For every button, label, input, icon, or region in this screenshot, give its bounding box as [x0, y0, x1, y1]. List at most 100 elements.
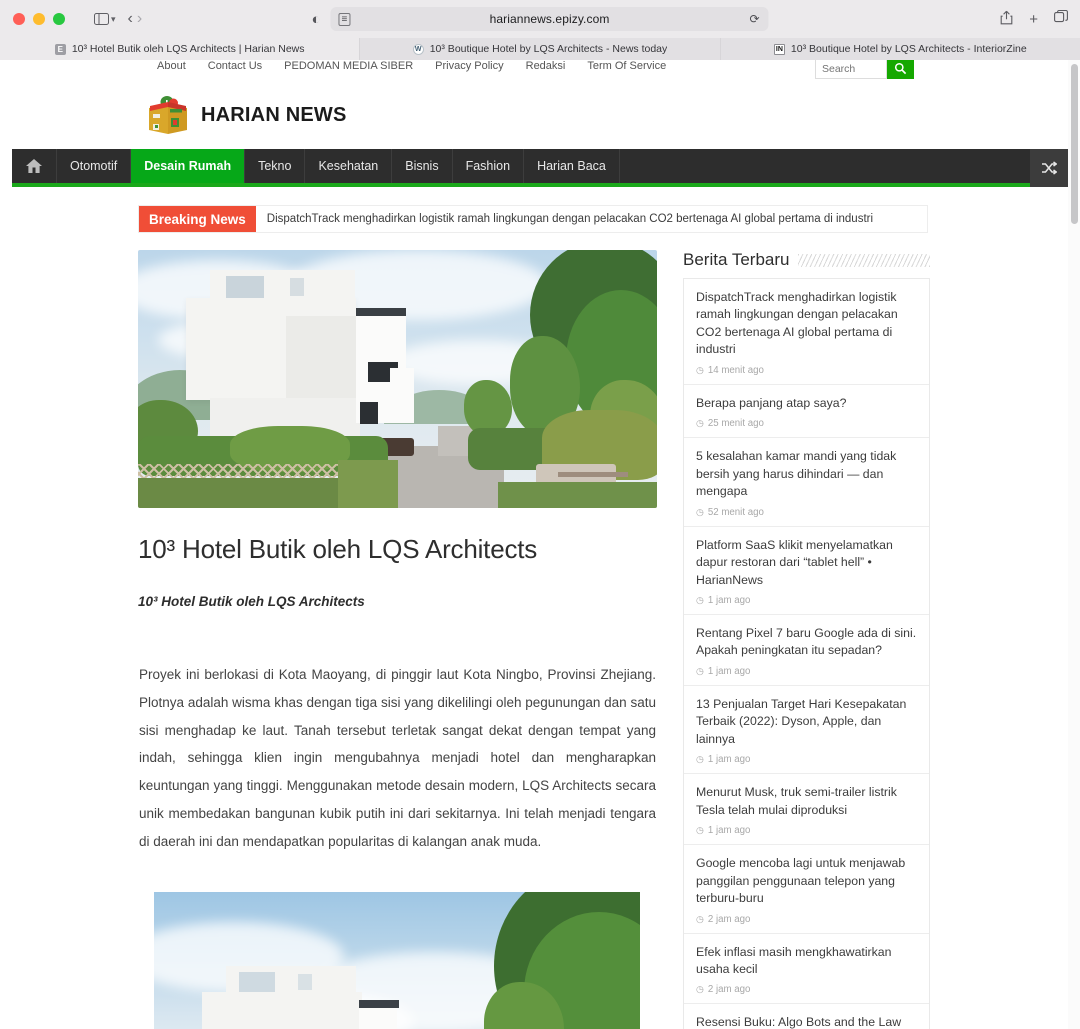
- breaking-news-badge: Breaking News: [139, 206, 256, 232]
- list-item[interactable]: DispatchTrack menghadirkan logistik rama…: [684, 279, 929, 385]
- time-text: 2 jam ago: [708, 914, 751, 925]
- list-item[interactable]: Resensi Buku: Algo Bots and the Law ◷2 j…: [684, 1004, 929, 1029]
- utility-link-contact-us[interactable]: Contact Us: [197, 60, 273, 72]
- utility-link-about[interactable]: About: [146, 60, 197, 72]
- article-hero-image: [138, 250, 657, 508]
- site-logo[interactable]: HARIAN NEWS: [146, 94, 347, 138]
- list-item-title: Platform SaaS klikit menyelamatkan dapur…: [696, 537, 917, 589]
- shuffle-icon[interactable]: [1030, 149, 1068, 187]
- maximize-window-button[interactable]: [53, 13, 65, 25]
- list-item-title: 5 kesalahan kamar mandi yang tidak bersi…: [696, 448, 917, 500]
- nav-item-tekno[interactable]: Tekno: [245, 149, 305, 183]
- time-text: 1 jam ago: [708, 754, 751, 765]
- home-icon[interactable]: [12, 149, 57, 183]
- list-item[interactable]: 5 kesalahan kamar mandi yang tidak bersi…: [684, 438, 929, 526]
- book-logo-icon: [146, 94, 194, 138]
- utility-link-redaksi[interactable]: Redaksi: [515, 60, 577, 72]
- forward-button[interactable]: ›: [137, 10, 142, 28]
- time-text: 1 jam ago: [708, 595, 751, 606]
- list-item-time: ◷ 14 menit ago: [696, 365, 917, 376]
- clock-icon: ◷: [696, 507, 704, 518]
- time-text: 1 jam ago: [708, 825, 751, 836]
- tab-overview-icon[interactable]: [1054, 10, 1068, 28]
- list-item-time: ◷1 jam ago: [696, 825, 917, 836]
- content-area: 10³ Hotel Butik oleh LQS Architects 10³ …: [0, 233, 1068, 1029]
- list-item-time: ◷ 1 jam ago: [696, 754, 917, 765]
- nav-item-kesehatan[interactable]: Kesehatan: [305, 149, 392, 183]
- list-item-title: 13 Penjualan Target Hari Kesepakatan Ter…: [696, 696, 917, 748]
- article-subtitle: 10³ Hotel Butik oleh LQS Architects: [138, 594, 657, 609]
- browser-window: ▾ ‹ › ◐ ≡ hariannews.epizy.com ⟳ + E: [0, 0, 1080, 1029]
- reader-view-icon[interactable]: ≡: [339, 13, 351, 26]
- nav-label: Harian Baca: [537, 159, 606, 173]
- hatched-divider: [798, 254, 930, 267]
- list-item-time: ◷2 jam ago: [696, 914, 917, 925]
- close-window-button[interactable]: [13, 13, 25, 25]
- reload-icon[interactable]: ⟳: [749, 12, 759, 26]
- sidebar: Berita Terbaru DispatchTrack menghadirka…: [683, 250, 930, 1029]
- breaking-news-wrap: Breaking News DispatchTrack menghadirkan…: [0, 187, 1068, 233]
- page-scrollbar[interactable]: [1068, 60, 1080, 1029]
- breaking-news-bar: Breaking News DispatchTrack menghadirkan…: [138, 205, 928, 233]
- article: 10³ Hotel Butik oleh LQS Architects 10³ …: [138, 250, 657, 1029]
- browser-toolbar: ▾ ‹ › ◐ ≡ hariannews.epizy.com ⟳ +: [0, 0, 1080, 38]
- breaking-news-headline[interactable]: DispatchTrack menghadirkan logistik rama…: [256, 206, 873, 232]
- site-title: HARIAN NEWS: [201, 104, 347, 127]
- time-text: 14 menit ago: [708, 365, 764, 376]
- time-text: 2 jam ago: [708, 984, 751, 995]
- list-item-title: Berapa panjang atap saya?: [696, 395, 917, 412]
- new-tab-icon[interactable]: +: [1029, 11, 1038, 28]
- privacy-shield-icon[interactable]: ◐: [311, 11, 320, 28]
- utility-link-pedoman-media-siber[interactable]: PEDOMAN MEDIA SIBER: [273, 60, 424, 72]
- search-input[interactable]: [815, 60, 887, 79]
- site-header: HARIAN NEWS: [0, 82, 1068, 149]
- navigation-arrows[interactable]: ‹ ›: [128, 10, 143, 28]
- sidebar-title: Berita Terbaru: [683, 250, 789, 270]
- toolbar-right-icons: +: [1000, 10, 1068, 29]
- scrollbar-thumb[interactable]: [1071, 64, 1078, 224]
- nav-label: Kesehatan: [318, 159, 378, 173]
- list-item[interactable]: Rentang Pixel 7 baru Google ada di sini.…: [684, 615, 929, 686]
- share-icon[interactable]: [1000, 10, 1013, 29]
- minimize-window-button[interactable]: [33, 13, 45, 25]
- browser-tab[interactable]: E 10³ Hotel Butik oleh LQS Architects | …: [0, 38, 360, 60]
- nav-label: Desain Rumah: [144, 159, 231, 173]
- list-item-title: Rentang Pixel 7 baru Google ada di sini.…: [696, 625, 917, 660]
- address-bar-area: ◐ ≡ hariannews.epizy.com ⟳: [311, 7, 768, 31]
- browser-tab[interactable]: W 10³ Boutique Hotel by LQS Architects -…: [360, 38, 720, 60]
- window-controls[interactable]: [0, 13, 65, 25]
- list-item-time: ◷1 jam ago: [696, 595, 917, 606]
- browser-tab[interactable]: IN 10³ Boutique Hotel by LQS Architects …: [721, 38, 1080, 60]
- time-text: 25 menit ago: [708, 418, 764, 429]
- tab-strip: E 10³ Hotel Butik oleh LQS Architects | …: [0, 38, 1080, 60]
- list-item[interactable]: Menurut Musk, truk semi-trailer listrik …: [684, 774, 929, 845]
- list-item[interactable]: Platform SaaS klikit menyelamatkan dapur…: [684, 527, 929, 615]
- nav-item-fashion[interactable]: Fashion: [453, 149, 524, 183]
- nav-item-bisnis[interactable]: Bisnis: [392, 149, 452, 183]
- nav-item-otomotif[interactable]: Otomotif: [57, 149, 131, 183]
- utility-link-term-of-service[interactable]: Term Of Service: [576, 60, 677, 72]
- nav-label: Bisnis: [405, 159, 438, 173]
- clock-icon: ◷: [696, 365, 704, 376]
- clock-icon: ◷: [696, 418, 704, 429]
- utility-link-privacy-policy[interactable]: Privacy Policy: [424, 60, 514, 72]
- nav-label: Tekno: [258, 159, 291, 173]
- address-bar[interactable]: ≡ hariannews.epizy.com ⟳: [331, 7, 769, 31]
- list-item[interactable]: 13 Penjualan Target Hari Kesepakatan Ter…: [684, 686, 929, 774]
- list-item[interactable]: Efek inflasi masih mengkhawatirkan usaha…: [684, 934, 929, 1005]
- nav-item-harian-baca[interactable]: Harian Baca: [524, 149, 620, 183]
- back-button[interactable]: ‹: [128, 10, 133, 28]
- list-item[interactable]: Google mencoba lagi untuk menjawab pangg…: [684, 845, 929, 933]
- site-search: [815, 60, 914, 79]
- tab-favicon-interiorzine-icon: IN: [774, 44, 785, 55]
- nav-item-desain-rumah[interactable]: Desain Rumah: [131, 149, 245, 183]
- utility-menu: About Contact Us PEDOMAN MEDIA SIBER Pri…: [146, 60, 677, 72]
- search-button[interactable]: [887, 60, 914, 79]
- clock-icon: ◷: [696, 754, 704, 765]
- list-item-time: ◷ 25 menit ago: [696, 418, 917, 429]
- list-item[interactable]: Berapa panjang atap saya? ◷ 25 menit ago: [684, 385, 929, 438]
- url-text: hariannews.epizy.com: [331, 12, 769, 26]
- chevron-down-icon[interactable]: ▾: [111, 14, 116, 25]
- list-item-title: Resensi Buku: Algo Bots and the Law: [696, 1014, 917, 1029]
- article-title: 10³ Hotel Butik oleh LQS Architects: [138, 534, 657, 565]
